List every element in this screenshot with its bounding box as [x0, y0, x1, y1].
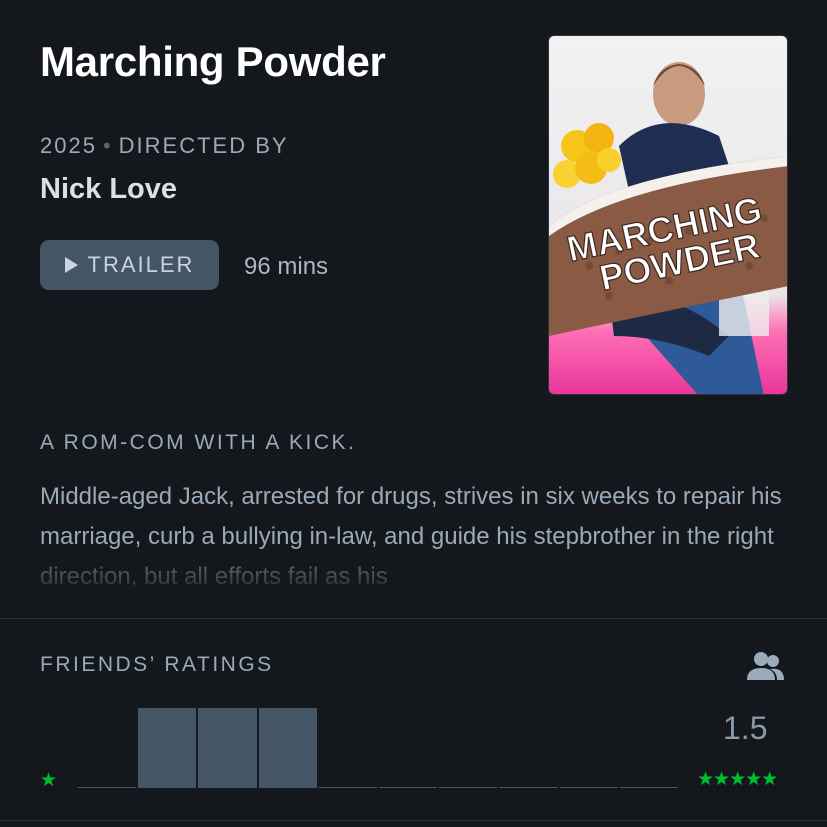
ratings-histogram[interactable]	[78, 700, 678, 788]
film-title: Marching Powder	[40, 38, 386, 85]
histogram-bar[interactable]	[138, 708, 197, 788]
director-name[interactable]: Nick Love	[40, 173, 177, 206]
histogram-bar[interactable]	[198, 708, 257, 788]
histogram-bar-empty[interactable]	[379, 787, 438, 788]
section-divider	[0, 618, 827, 619]
trailer-label: TRAILER	[87, 252, 195, 277]
histogram-bar-empty[interactable]	[318, 787, 377, 788]
average-rating[interactable]: 1.5	[723, 710, 767, 747]
ratings-heading[interactable]: FRIENDS’ RATINGS	[40, 653, 274, 677]
film-page: Marching Powder 2025 • DIRECTED BY Nick Lo…	[0, 0, 827, 827]
separator-dot: •	[102, 133, 113, 158]
film-meta: 2025 • DIRECTED BY	[40, 133, 289, 159]
play-icon	[64, 257, 78, 273]
trailer-button[interactable]: TRAILER	[40, 240, 219, 290]
friends-icon[interactable]	[746, 651, 786, 686]
runtime: 96 mins	[244, 253, 329, 280]
film-tagline: A ROM-COM WITH A KICK.	[40, 431, 357, 454]
bottom-divider	[0, 820, 827, 821]
min-rating-star: ★	[40, 770, 58, 791]
histogram-bar[interactable]	[258, 708, 317, 788]
histogram-bar-empty[interactable]	[619, 787, 678, 788]
histogram-bar-empty[interactable]	[439, 787, 498, 788]
max-rating-stars: ★★★★★	[697, 769, 778, 790]
synopsis-fade	[0, 555, 827, 595]
directed-by-label: DIRECTED BY	[118, 133, 289, 158]
film-poster[interactable]: MARCHING POWDER	[548, 35, 788, 395]
histogram-bar-empty[interactable]	[78, 787, 137, 788]
histogram-bar-empty[interactable]	[559, 787, 618, 788]
histogram-bar-empty[interactable]	[499, 787, 558, 788]
release-year[interactable]: 2025	[40, 133, 97, 158]
